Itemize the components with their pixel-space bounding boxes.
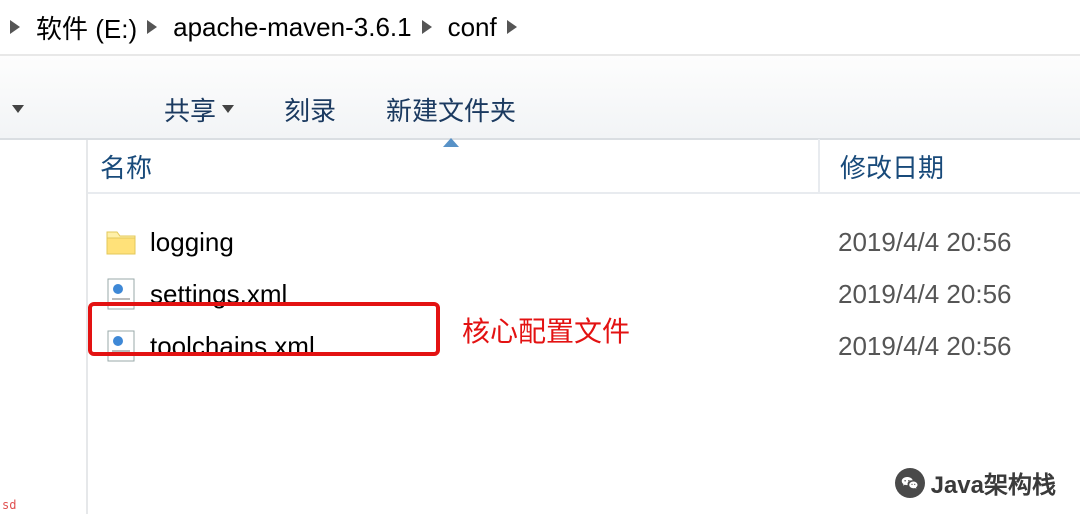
file-row-folder[interactable]: logging 2019/4/4 20:56 xyxy=(88,216,1080,268)
share-button[interactable]: 共享 xyxy=(164,91,234,128)
folder-icon xyxy=(105,228,137,256)
nav-pane[interactable] xyxy=(0,140,88,514)
wechat-icon xyxy=(895,468,925,498)
organize-dropdown[interactable] xyxy=(6,105,24,113)
burn-label: 刻录 xyxy=(284,91,336,128)
breadcrumb-part-maven[interactable]: apache-maven-3.6.1 xyxy=(167,12,417,43)
column-header-date[interactable]: 修改日期 xyxy=(820,148,1080,185)
file-date: 2019/4/4 20:56 xyxy=(818,227,1080,258)
burn-button[interactable]: 刻录 xyxy=(284,91,336,128)
breadcrumb-arrow-icon xyxy=(507,20,517,34)
column-headers: 名称 修改日期 xyxy=(88,140,1080,194)
breadcrumb-arrow-icon xyxy=(147,20,157,34)
column-header-name[interactable]: 名称 xyxy=(88,148,818,185)
chevron-down-icon xyxy=(12,105,24,113)
file-name: logging xyxy=(142,227,818,258)
toolbar-container: 共享 刻录 新建文件夹 xyxy=(0,56,1080,140)
breadcrumb-arrow-icon xyxy=(422,20,432,34)
toolbar: 共享 刻录 新建文件夹 xyxy=(0,80,1080,138)
watermark-text: Java架构栈 xyxy=(931,465,1056,500)
sd-mark: sd xyxy=(2,498,16,512)
new-folder-label: 新建文件夹 xyxy=(386,91,516,128)
breadcrumb-part-drive[interactable]: 软件 (E:) xyxy=(30,9,143,46)
sort-ascending-icon xyxy=(443,138,459,147)
breadcrumb-arrow-icon xyxy=(10,20,20,34)
share-label: 共享 xyxy=(164,91,216,128)
breadcrumb-part-conf[interactable]: conf xyxy=(442,12,503,43)
xml-file-icon xyxy=(106,329,136,363)
breadcrumb-bar[interactable]: 软件 (E:) apache-maven-3.6.1 conf xyxy=(0,0,1080,56)
chevron-down-icon xyxy=(222,105,234,113)
xml-file-icon xyxy=(106,277,136,311)
new-folder-button[interactable]: 新建文件夹 xyxy=(386,91,516,128)
file-date: 2019/4/4 20:56 xyxy=(818,331,1080,362)
watermark: Java架构栈 xyxy=(895,465,1056,500)
annotation-text: 核心配置文件 xyxy=(462,310,630,350)
file-date: 2019/4/4 20:56 xyxy=(818,279,1080,310)
file-name: settings.xml xyxy=(142,279,818,310)
